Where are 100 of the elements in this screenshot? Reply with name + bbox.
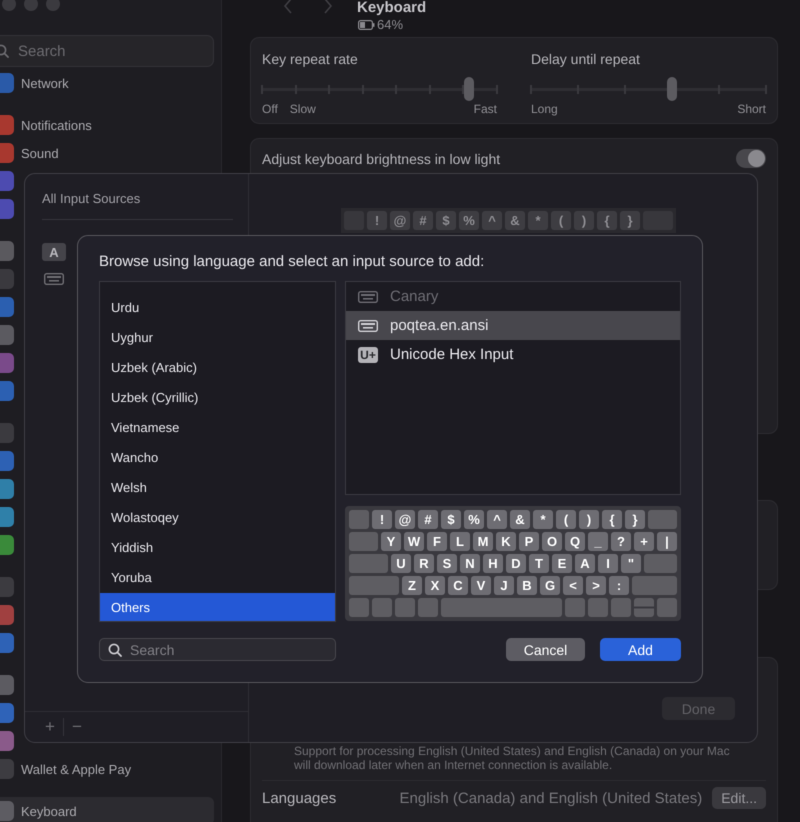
scale-label: Off — [262, 102, 278, 116]
keyboard-key: % — [459, 211, 479, 230]
keyboard-key: @ — [395, 510, 415, 529]
keyboard-key: + — [634, 532, 654, 551]
keyboard-key: A — [575, 554, 595, 573]
language-item[interactable]: Vietnamese — [100, 413, 335, 443]
keyboard-key: P — [519, 532, 539, 551]
input-source-item[interactable]: poqtea.en.ansi — [346, 311, 680, 340]
scale-label: Long — [531, 102, 558, 116]
keyboard-key: _ — [588, 532, 608, 551]
scale-label: Slow — [290, 102, 316, 116]
battery-level: 64% — [377, 17, 404, 32]
keyboard-key: T — [529, 554, 549, 573]
language-item[interactable]: Wancho — [100, 443, 335, 473]
window-button[interactable] — [24, 0, 38, 11]
keyboard-key: L — [450, 532, 470, 551]
setting-label: Languages — [262, 790, 336, 806]
language-item[interactable]: Yoruba — [100, 563, 335, 593]
keyboard-key: C — [448, 576, 468, 595]
keyboard-key: ) — [574, 211, 594, 230]
keyboard-key: N — [460, 554, 480, 573]
cancel-button[interactable]: Cancel — [506, 638, 585, 661]
keyboard-key — [349, 532, 378, 551]
setting-label: Key repeat rate — [262, 50, 359, 68]
keyboard-key: $ — [436, 211, 456, 230]
back-icon[interactable] — [283, 0, 293, 14]
keyboard-icon — [44, 273, 64, 285]
search-icon — [108, 642, 122, 656]
language-item[interactable]: Welsh — [100, 473, 335, 503]
language-item[interactable]: Yiddish — [100, 533, 335, 563]
setting-label: Delay until repeat — [531, 50, 641, 68]
keyboard-key — [349, 510, 369, 529]
keyboard-key: J — [494, 576, 514, 595]
keyboard-key: D — [506, 554, 526, 573]
language-item[interactable]: Others — [100, 593, 335, 621]
add-button[interactable]: Add — [600, 638, 681, 661]
keyboard-key: * — [528, 211, 548, 230]
keyboard-key: V — [471, 576, 491, 595]
input-source-item[interactable]: U+ Unicode Hex Input — [346, 340, 680, 369]
keyboard-key: O — [542, 532, 562, 551]
search-field[interactable]: Search — [99, 638, 336, 661]
slider-thumb[interactable] — [464, 77, 474, 101]
keyboard-key — [644, 554, 677, 573]
keyboard-key: $ — [441, 510, 461, 529]
keyboard-key: W — [404, 532, 424, 551]
keyboard-key — [634, 598, 654, 617]
keyboard-key: > — [586, 576, 606, 595]
window-button[interactable] — [2, 0, 16, 11]
unicode-icon: U+ — [358, 346, 378, 362]
language-item[interactable]: Uzbek (Cyrillic) — [100, 383, 335, 413]
keyboard-key: K — [496, 532, 516, 551]
letter-icon[interactable]: A — [42, 243, 66, 261]
keyboard-key: } — [625, 510, 645, 529]
language-item[interactable]: Urdu — [100, 293, 335, 323]
forward-icon[interactable] — [323, 0, 333, 14]
language-item[interactable]: Wolastoqey — [100, 503, 335, 533]
setting-value: English (Canada) and English (United States) — [400, 790, 702, 806]
sidebar-item[interactable]: Wallet & Apple Pay — [0, 755, 214, 783]
edit-button[interactable]: Edit... — [712, 787, 766, 809]
keyboard-key: ^ — [482, 211, 502, 230]
sidebar-item[interactable]: Notifications — [0, 111, 214, 139]
keyboard-key — [565, 598, 585, 617]
keyboard-key: @ — [390, 211, 410, 230]
keyboard-key: H — [483, 554, 503, 573]
keyboard-key — [349, 598, 369, 617]
battery-icon — [358, 20, 375, 30]
slider-thumb[interactable] — [667, 77, 677, 101]
setting-label: Adjust keyboard brightness in low light — [262, 150, 500, 166]
language-item[interactable]: Uyghur — [100, 323, 335, 353]
keyboard-key — [349, 554, 388, 573]
keyboard-icon — [358, 290, 378, 302]
toggle-switch[interactable] — [736, 149, 766, 168]
keyboard-key: ! — [367, 211, 387, 230]
language-item[interactable]: Uzbek (Arabic) — [100, 353, 335, 383]
sidebar-item[interactable]: Keyboard — [0, 797, 214, 822]
slider-track[interactable] — [531, 77, 766, 101]
window-button[interactable] — [46, 0, 60, 11]
keyboard-key: X — [425, 576, 445, 595]
keyboard-key: ( — [551, 211, 571, 230]
keyboard-key — [648, 510, 677, 529]
keyboard-key: ( — [556, 510, 576, 529]
window-title: Keyboard — [357, 0, 426, 15]
sidebar-item[interactable]: Sound — [0, 139, 214, 167]
keyboard-key: & — [510, 510, 530, 529]
slider-track[interactable] — [262, 77, 497, 101]
keyboard-key: ) — [579, 510, 599, 529]
sheet-title: Browse using language and select an input source to add: — [99, 252, 486, 271]
support-note: Support for processing English (United States) and English (Canada) on your Mac will download later when an Internet connection is available. — [293, 744, 731, 772]
keyboard-key: M — [473, 532, 493, 551]
scale-label: Short — [737, 102, 766, 116]
keyboard-key: { — [602, 510, 622, 529]
keyboard-key: ^ — [487, 510, 507, 529]
keyboard-key: Z — [402, 576, 422, 595]
sidebar-item[interactable]: Network — [0, 69, 214, 97]
keyboard-key: R — [414, 554, 434, 573]
keyboard-key — [372, 598, 392, 617]
keyboard-key: I — [598, 554, 618, 573]
keyboard-key: G — [540, 576, 560, 595]
keyboard-key: S — [437, 554, 457, 573]
keyboard-key — [588, 598, 608, 617]
